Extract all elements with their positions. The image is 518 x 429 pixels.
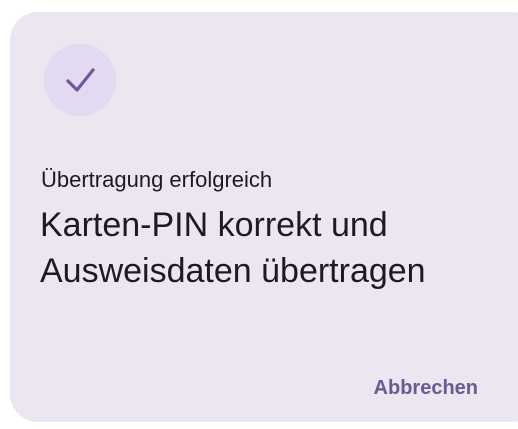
dialog-title: Karten-PIN korrekt und Ausweisdaten über…	[40, 206, 426, 290]
success-dialog: Übertragung erfolgreich Karten-PIN korre…	[10, 12, 518, 422]
dialog-subtitle: Übertragung erfolgreich	[41, 167, 273, 192]
check-icon	[66, 68, 95, 92]
cancel-button[interactable]: Abbrechen	[350, 366, 484, 410]
success-icon-badge	[44, 44, 116, 116]
